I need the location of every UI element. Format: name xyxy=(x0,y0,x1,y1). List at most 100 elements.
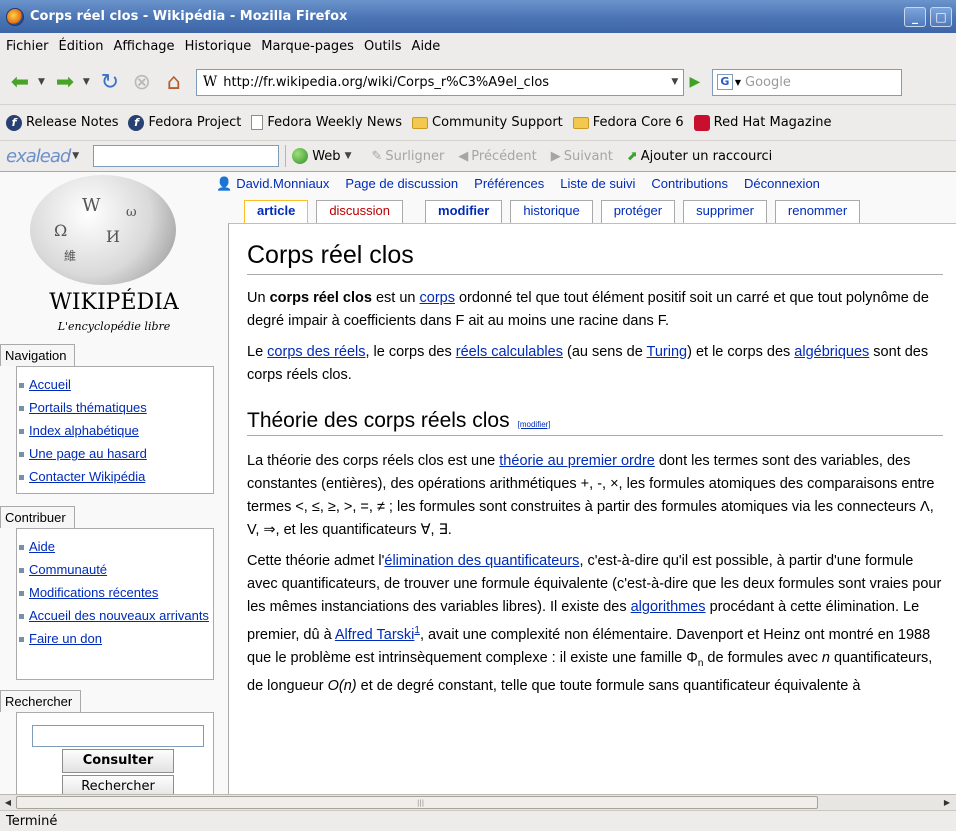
link-algorithmes[interactable]: algorithmes xyxy=(631,599,706,615)
exalead-add-shortcut-button[interactable]: ⬈ Ajouter un raccourci xyxy=(627,149,772,164)
google-icon[interactable]: G xyxy=(716,74,733,90)
contrib-link-nouveaux[interactable]: Accueil des nouveaux arrivants xyxy=(29,608,209,623)
page-title: Corps réel clos xyxy=(247,241,943,275)
talk-link[interactable]: Page de discussion xyxy=(345,176,458,191)
bookmark-fedora-project[interactable]: f Fedora Project xyxy=(128,114,241,131)
wiki-name: WIKIPÉDIA xyxy=(49,290,179,315)
add-shortcut-icon: ⬈ xyxy=(626,148,638,164)
back-dropdown-icon[interactable]: ▼ xyxy=(38,77,45,87)
fedora-icon: f xyxy=(6,114,22,131)
menu-aide[interactable]: Aide xyxy=(412,39,441,54)
paragraph-examples: Le corps des réels, le corps des réels c… xyxy=(247,344,929,383)
scrollbar-thumb[interactable]: ||| xyxy=(16,796,818,809)
address-bar[interactable]: W http://fr.wikipedia.org/wiki/Corps_r%C… xyxy=(195,68,684,96)
menu-outils[interactable]: Outils xyxy=(364,39,402,54)
url-text[interactable]: http://fr.wikipedia.org/wiki/Corps_r%C3%… xyxy=(223,75,667,90)
bookmark-red-hat-magazine[interactable]: Red Hat Magazine xyxy=(693,114,832,131)
menu-edition[interactable]: Édition xyxy=(59,39,104,54)
link-elimination-quantificateurs[interactable]: élimination des quantificateurs xyxy=(384,553,579,569)
tab-article[interactable]: article xyxy=(244,200,309,223)
tab-supprimer[interactable]: supprimer xyxy=(683,200,767,223)
go-icon[interactable]: ▶ xyxy=(684,74,706,90)
bookmark-fedora-core-6[interactable]: Fedora Core 6 xyxy=(572,115,684,130)
maximize-button[interactable]: □ xyxy=(930,6,952,27)
tab-historique[interactable]: historique xyxy=(510,200,593,223)
wikipedia-favicon-icon: W xyxy=(202,74,218,90)
list-item: Accueil xyxy=(19,373,213,396)
page-tabs: article discussion modifier historique p… xyxy=(244,200,868,223)
article-body: Corps réel clos Un corps réel clos est u… xyxy=(228,223,956,794)
link-corps-des-reels[interactable]: corps des réels xyxy=(267,344,365,360)
paragraph-theory: La théorie des corps réels clos est une … xyxy=(247,453,935,538)
highlighter-icon: ✎ xyxy=(371,148,383,164)
link-theorie-premier-ordre[interactable]: théorie au premier ordre xyxy=(499,453,655,469)
list-item: Une page au hasard xyxy=(19,442,213,465)
user-icon: 👤 xyxy=(216,176,233,191)
menu-fichier[interactable]: Fichier xyxy=(6,39,49,54)
forward-dropdown-icon[interactable]: ▼ xyxy=(83,77,90,87)
tab-proteger[interactable]: protéger xyxy=(600,200,676,223)
tab-renommer[interactable]: renommer xyxy=(774,200,861,223)
back-arrow-icon[interactable]: ⬅ xyxy=(6,68,34,96)
consulter-button[interactable]: Consulter xyxy=(62,749,174,773)
horizontal-scrollbar[interactable]: ◀ ||| ▶ xyxy=(0,794,956,810)
scroll-right-icon[interactable]: ▶ xyxy=(940,796,954,809)
search-bar[interactable]: G ▼ Google xyxy=(711,68,902,96)
page-icon xyxy=(251,115,264,130)
bookmark-release-notes[interactable]: f Release Notes xyxy=(6,114,118,131)
exalead-next-button[interactable]: ▶ Suivant xyxy=(551,149,613,164)
nav-link-hasard[interactable]: Une page au hasard xyxy=(29,446,147,461)
exalead-highlight-button[interactable]: ✎ Surligner xyxy=(371,149,444,164)
link-turing[interactable]: Turing xyxy=(647,344,688,360)
scroll-left-icon[interactable]: ◀ xyxy=(1,796,15,809)
search-engine-dropdown-icon[interactable]: ▼ xyxy=(735,78,741,87)
stop-icon[interactable]: ⊗ xyxy=(128,68,156,96)
menu-affichage[interactable]: Affichage xyxy=(113,39,174,54)
nav-link-accueil[interactable]: Accueil xyxy=(29,377,71,392)
nav-link-portails[interactable]: Portails thématiques xyxy=(29,400,147,415)
web-dropdown-icon[interactable]: ▼ xyxy=(345,151,352,161)
exalead-dropdown-icon[interactable]: ▼ xyxy=(72,151,79,161)
rechercher-button[interactable]: Rechercher xyxy=(62,775,174,794)
minimize-button[interactable]: _ xyxy=(904,6,926,27)
link-reels-calculables[interactable]: réels calculables xyxy=(456,344,563,360)
nav-link-index[interactable]: Index alphabétique xyxy=(29,423,139,438)
exalead-search-input[interactable] xyxy=(93,145,280,167)
bookmark-fedora-weekly-news[interactable]: Fedora Weekly News xyxy=(251,115,402,130)
nav-link-contact[interactable]: Contacter Wikipédia xyxy=(29,469,145,484)
search-placeholder[interactable]: Google xyxy=(745,75,791,90)
forward-arrow-icon[interactable]: ➡ xyxy=(51,68,79,96)
status-bar: Terminé xyxy=(0,810,956,831)
contrib-link-communaute[interactable]: Communauté xyxy=(29,562,107,577)
exalead-previous-button[interactable]: ◀ Précédent xyxy=(458,149,536,164)
window-title: Corps réel clos - Wikipédia - Mozilla Fi… xyxy=(30,9,348,24)
navigation-portlet: Accueil Portails thématiques Index alpha… xyxy=(16,366,214,494)
puzzle-globe-icon: W Ω И 維 ω xyxy=(30,175,176,285)
contribute-portlet-title: Contribuer xyxy=(0,506,75,528)
logout-link[interactable]: Déconnexion xyxy=(744,176,820,191)
url-dropdown-icon[interactable]: ▼ xyxy=(667,77,683,87)
contrib-link-don[interactable]: Faire un don xyxy=(29,631,102,646)
preferences-link[interactable]: Préférences xyxy=(474,176,544,191)
reload-icon[interactable]: ↻ xyxy=(96,68,124,96)
edit-section-link[interactable]: [modifier] xyxy=(518,420,551,429)
tab-modifier[interactable]: modifier xyxy=(425,200,503,223)
watchlist-link[interactable]: Liste de suivi xyxy=(560,176,635,191)
personal-links: 👤 David.Monniaux Page de discussion Préfére… xyxy=(216,176,956,192)
home-icon[interactable]: ⌂ xyxy=(160,68,188,96)
link-corps[interactable]: corps xyxy=(420,290,455,306)
previous-icon: ◀ xyxy=(458,148,469,164)
tab-discussion[interactable]: discussion xyxy=(316,200,404,223)
link-algebriques[interactable]: algébriques xyxy=(794,344,869,360)
user-link[interactable]: David.Monniaux xyxy=(236,176,329,191)
exalead-web-button[interactable]: Web ▼ xyxy=(292,148,357,164)
contrib-link-modifications[interactable]: Modifications récentes xyxy=(29,585,158,600)
wikipedia-logo[interactable]: W Ω И 維 ω WIKIPÉDIA L'encyclopédie libre xyxy=(0,172,228,346)
bookmark-community-support[interactable]: Community Support xyxy=(412,115,563,130)
menu-historique[interactable]: Historique xyxy=(185,39,252,54)
menu-marque-pages[interactable]: Marque-pages xyxy=(261,39,354,54)
wiki-search-input[interactable] xyxy=(32,725,204,747)
contributions-link[interactable]: Contributions xyxy=(651,176,728,191)
link-alfred-tarski[interactable]: Alfred Tarski xyxy=(335,627,415,643)
contrib-link-aide[interactable]: Aide xyxy=(29,539,55,554)
